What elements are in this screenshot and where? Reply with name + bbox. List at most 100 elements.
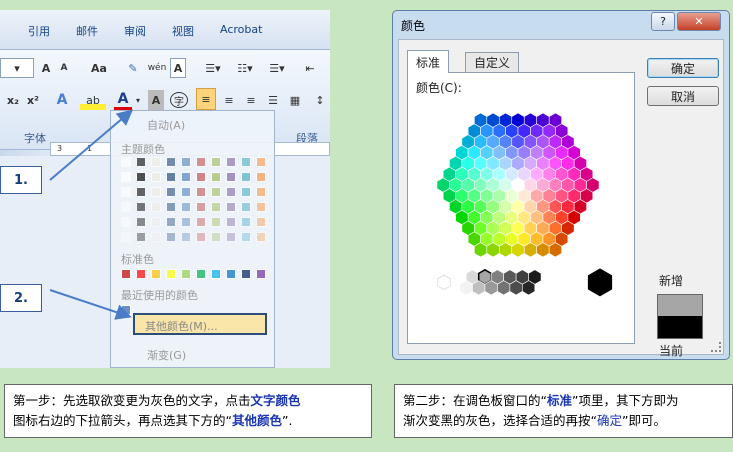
theme-color-swatch[interactable] [181, 202, 191, 212]
tab-standard[interactable]: 标准 [407, 50, 450, 73]
align-center-icon[interactable]: ≡ [220, 90, 238, 110]
tab-review[interactable]: 审阅 [124, 23, 146, 39]
distribute-icon[interactable]: ▦ [286, 90, 304, 110]
hex-color-palette[interactable] [408, 73, 636, 345]
tab-acrobat[interactable]: Acrobat [220, 23, 262, 36]
recent-color-swatch[interactable] [121, 305, 131, 315]
justify-icon[interactable]: ☰ [264, 90, 282, 110]
theme-color-swatch[interactable] [241, 172, 251, 182]
grow-font-button[interactable]: A [38, 58, 54, 78]
theme-color-swatch[interactable] [151, 187, 161, 197]
theme-color-swatch[interactable] [256, 187, 266, 197]
theme-color-swatch[interactable] [226, 157, 236, 167]
black-color-cell[interactable] [587, 268, 613, 297]
tab-custom[interactable]: 自定义 [465, 52, 520, 72]
theme-color-swatch[interactable] [181, 187, 191, 197]
theme-color-swatch[interactable] [196, 157, 206, 167]
standard-color-swatch[interactable] [256, 269, 266, 279]
theme-color-swatch[interactable] [241, 232, 251, 242]
standard-color-swatch[interactable] [151, 269, 161, 279]
shrink-font-button[interactable]: A [56, 58, 72, 78]
theme-color-swatch[interactable] [211, 217, 221, 227]
white-color-cell[interactable] [437, 274, 451, 291]
font-color-dropdown-arrow[interactable]: ▾ [133, 90, 143, 110]
theme-color-swatch[interactable] [136, 172, 146, 182]
theme-color-swatch[interactable] [121, 157, 131, 167]
font-size-box[interactable]: ▾ [0, 58, 34, 78]
theme-color-swatch[interactable] [121, 187, 131, 197]
theme-color-swatch[interactable] [166, 202, 176, 212]
font-color-button[interactable]: A [114, 90, 132, 110]
text-effect-button[interactable]: A [50, 90, 74, 110]
other-colors-item[interactable]: 其他颜色(M)... [133, 313, 267, 335]
theme-color-swatch[interactable] [241, 202, 251, 212]
standard-color-swatch[interactable] [226, 269, 236, 279]
superscript-button[interactable]: x² [24, 90, 42, 110]
resize-grip-icon[interactable] [711, 342, 721, 352]
theme-color-swatch[interactable] [196, 232, 206, 242]
standard-color-swatch[interactable] [136, 269, 146, 279]
theme-color-swatch[interactable] [241, 157, 251, 167]
theme-color-swatch[interactable] [166, 187, 176, 197]
theme-color-swatch[interactable] [196, 172, 206, 182]
theme-color-swatch[interactable] [226, 187, 236, 197]
theme-color-swatch[interactable] [241, 217, 251, 227]
theme-color-swatch[interactable] [211, 157, 221, 167]
theme-color-swatch[interactable] [136, 157, 146, 167]
multilevel-list-icon[interactable]: ☰▾ [262, 58, 292, 78]
theme-color-swatch[interactable] [181, 172, 191, 182]
theme-color-swatch[interactable] [121, 232, 131, 242]
theme-color-swatch[interactable] [196, 187, 206, 197]
theme-color-swatch[interactable] [121, 202, 131, 212]
theme-color-swatch[interactable] [196, 217, 206, 227]
theme-color-swatch[interactable] [151, 202, 161, 212]
phonetic-guide-button[interactable]: wén [146, 58, 168, 78]
bullets-icon[interactable]: ☰▾ [198, 58, 228, 78]
theme-color-swatch[interactable] [226, 202, 236, 212]
theme-color-swatch[interactable] [256, 232, 266, 242]
theme-color-swatch[interactable] [136, 217, 146, 227]
theme-color-swatch[interactable] [256, 172, 266, 182]
standard-color-swatch[interactable] [181, 269, 191, 279]
theme-color-swatch[interactable] [181, 217, 191, 227]
line-spacing-icon[interactable]: ↕ [312, 90, 328, 110]
theme-color-swatch[interactable] [121, 172, 131, 182]
standard-color-swatch[interactable] [241, 269, 251, 279]
theme-color-swatch[interactable] [256, 202, 266, 212]
ok-button[interactable]: 确定 [647, 58, 719, 78]
theme-color-swatch[interactable] [226, 172, 236, 182]
align-left-button[interactable]: ≡ [196, 88, 216, 110]
gradient-item[interactable]: 渐变(G) [147, 347, 186, 363]
enclose-char-button[interactable]: 字 [170, 92, 188, 108]
theme-color-swatch[interactable] [181, 232, 191, 242]
char-border-button[interactable]: A [170, 58, 186, 78]
theme-color-swatch[interactable] [136, 232, 146, 242]
clear-format-icon[interactable]: ✎ [124, 58, 142, 78]
theme-color-swatch[interactable] [211, 232, 221, 242]
theme-color-swatch[interactable] [151, 157, 161, 167]
subscript-button[interactable]: x₂ [4, 90, 22, 110]
theme-color-swatch[interactable] [166, 172, 176, 182]
tab-view[interactable]: 视图 [172, 23, 194, 39]
close-button[interactable]: ✕ [677, 12, 721, 31]
tab-references[interactable]: 引用 [28, 23, 50, 39]
theme-color-swatch[interactable] [151, 217, 161, 227]
theme-color-swatch[interactable] [211, 172, 221, 182]
theme-color-swatch[interactable] [166, 157, 176, 167]
theme-color-swatch[interactable] [151, 232, 161, 242]
theme-color-swatch[interactable] [256, 157, 266, 167]
standard-color-swatch[interactable] [211, 269, 221, 279]
align-right-icon[interactable]: ≡ [242, 90, 260, 110]
theme-color-swatch[interactable] [256, 217, 266, 227]
theme-color-swatch[interactable] [211, 187, 221, 197]
tab-mailings[interactable]: 邮件 [76, 23, 98, 39]
standard-color-swatch[interactable] [121, 269, 131, 279]
theme-color-swatch[interactable] [211, 202, 221, 212]
auto-color-item[interactable]: 自动(A) [147, 117, 185, 133]
change-case-button[interactable]: Aa [86, 58, 112, 78]
theme-color-swatch[interactable] [241, 187, 251, 197]
highlight-button[interactable]: ab [80, 90, 106, 110]
theme-color-swatch[interactable] [121, 217, 131, 227]
theme-color-swatch[interactable] [226, 232, 236, 242]
help-button[interactable]: ? [651, 12, 675, 31]
